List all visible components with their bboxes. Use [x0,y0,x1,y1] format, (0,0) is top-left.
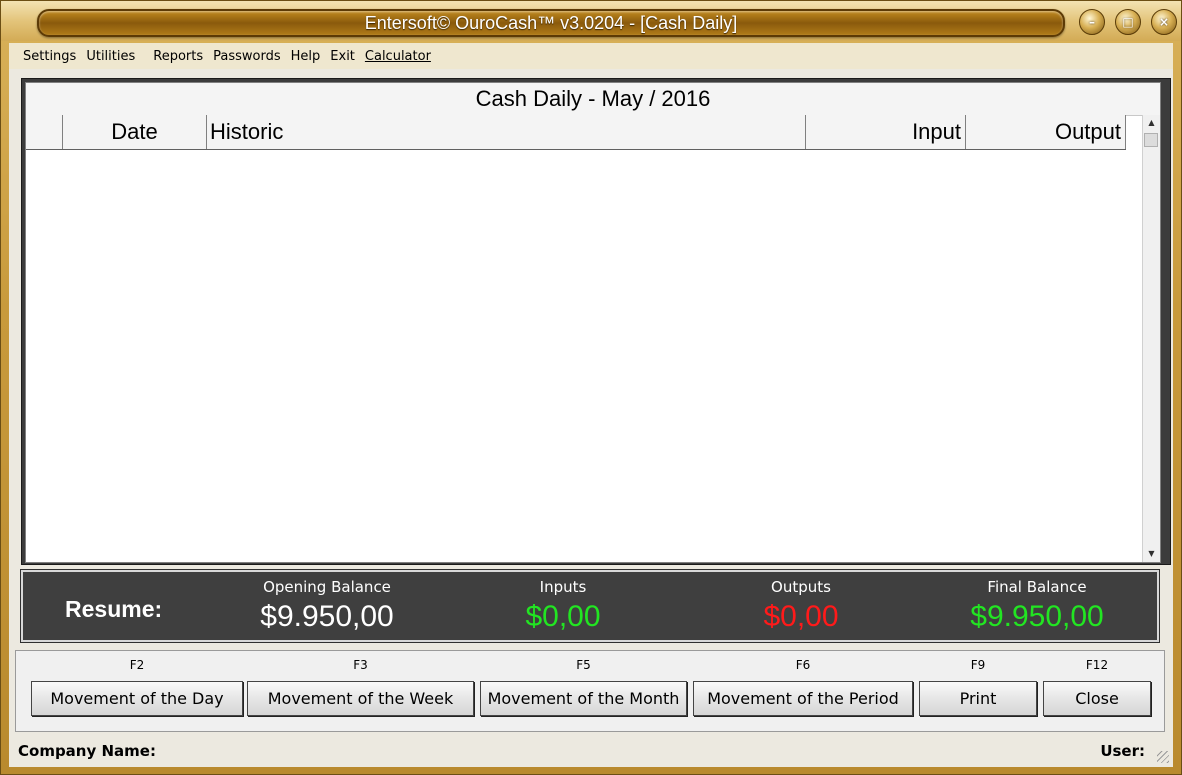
opening-balance-value: $9.950,00 [260,600,394,633]
grid-title: Cash Daily - May / 2016 [26,83,1160,116]
resize-grip-icon[interactable] [1157,751,1169,763]
scroll-up-arrow-icon[interactable]: ▲ [1143,115,1160,131]
title-pill: Entersoft© OuroCash™ v3.0204 - [Cash Dai… [37,9,1065,37]
minimize-icon: – [1089,15,1095,29]
final-balance-value: $9.950,00 [970,600,1104,633]
resume-panel: Resume: Opening Balance $9.950,00 Inputs… [20,569,1160,643]
inputs-label: Inputs [539,578,587,596]
fkey-label-week: F3 [353,658,368,672]
movement-of-week-button[interactable]: Movement of the Week [247,681,474,716]
scroll-thumb[interactable] [1144,133,1158,147]
close-window-button[interactable]: × [1151,9,1177,35]
menu-calculator[interactable]: Calculator [360,49,436,64]
cash-grid-frame: Cash Daily - May / 2016 Date Historic In… [21,78,1171,565]
final-balance-label: Final Balance [987,578,1087,596]
maximize-button[interactable]: □ [1115,9,1141,35]
movement-of-month-button[interactable]: Movement of the Month [480,681,687,716]
menu-bar: Settings Utilities Reports Passwords Hel… [9,43,1173,69]
close-icon: × [1158,15,1170,29]
opening-balance-label: Opening Balance [263,578,391,596]
outputs-label: Outputs [771,578,831,596]
scroll-down-arrow-icon[interactable]: ▼ [1143,546,1160,562]
column-header-date[interactable]: Date [63,115,207,149]
company-name-label: Company Name: [18,742,156,760]
fkey-label-day: F2 [129,658,145,672]
window-title: Entersoft© OuroCash™ v3.0204 - [Cash Dai… [364,12,738,33]
menu-settings[interactable]: Settings [9,49,81,64]
status-bar: Company Name: User: [9,737,1173,767]
column-header-input[interactable]: Input [806,115,966,149]
inputs-total: Inputs $0,00 [463,576,663,636]
menu-utilities[interactable]: Utilities [81,49,140,64]
print-button[interactable]: Print [919,681,1037,716]
movement-of-period-button[interactable]: Movement of the Period [693,681,913,716]
user-label: User: [1100,742,1145,760]
fkey-label-period: F6 [795,658,811,672]
column-header-historic[interactable]: Historic [207,115,806,149]
cash-grid[interactable]: Cash Daily - May / 2016 Date Historic In… [25,82,1161,563]
opening-balance: Opening Balance $9.950,00 [227,576,427,636]
final-balance: Final Balance $9.950,00 [937,576,1137,636]
resume-label: Resume: [65,596,163,622]
grid-scrollbar[interactable]: ▲ ▼ [1142,115,1160,562]
column-header-output[interactable]: Output [966,115,1126,149]
outputs-value: $0,00 [763,600,839,633]
menu-reports[interactable]: Reports [148,49,208,64]
fkey-label-close: F12 [1085,658,1109,672]
menu-exit[interactable]: Exit [325,49,360,64]
fkey-label-month: F5 [576,658,591,672]
row-indicator-header [26,115,63,149]
grid-header: Date Historic Input Output [26,115,1126,150]
inputs-value: $0,00 [525,600,601,633]
movement-of-day-button[interactable]: Movement of the Day [31,681,243,716]
minimize-button[interactable]: – [1079,9,1105,35]
close-button[interactable]: Close [1043,681,1151,716]
outputs-total: Outputs $0,00 [701,576,901,636]
title-bar[interactable]: Entersoft© OuroCash™ v3.0204 - [Cash Dai… [1,1,1181,41]
menu-help[interactable]: Help [286,49,326,64]
action-button-panel: F2 Movement of the Day F3 Movement of th… [15,650,1165,732]
app-window: Entersoft© OuroCash™ v3.0204 - [Cash Dai… [0,0,1182,775]
maximize-icon: □ [1122,15,1134,29]
menu-passwords[interactable]: Passwords [208,49,286,64]
main-content: Cash Daily - May / 2016 Date Historic In… [9,69,1173,767]
fkey-label-print: F9 [970,658,986,672]
